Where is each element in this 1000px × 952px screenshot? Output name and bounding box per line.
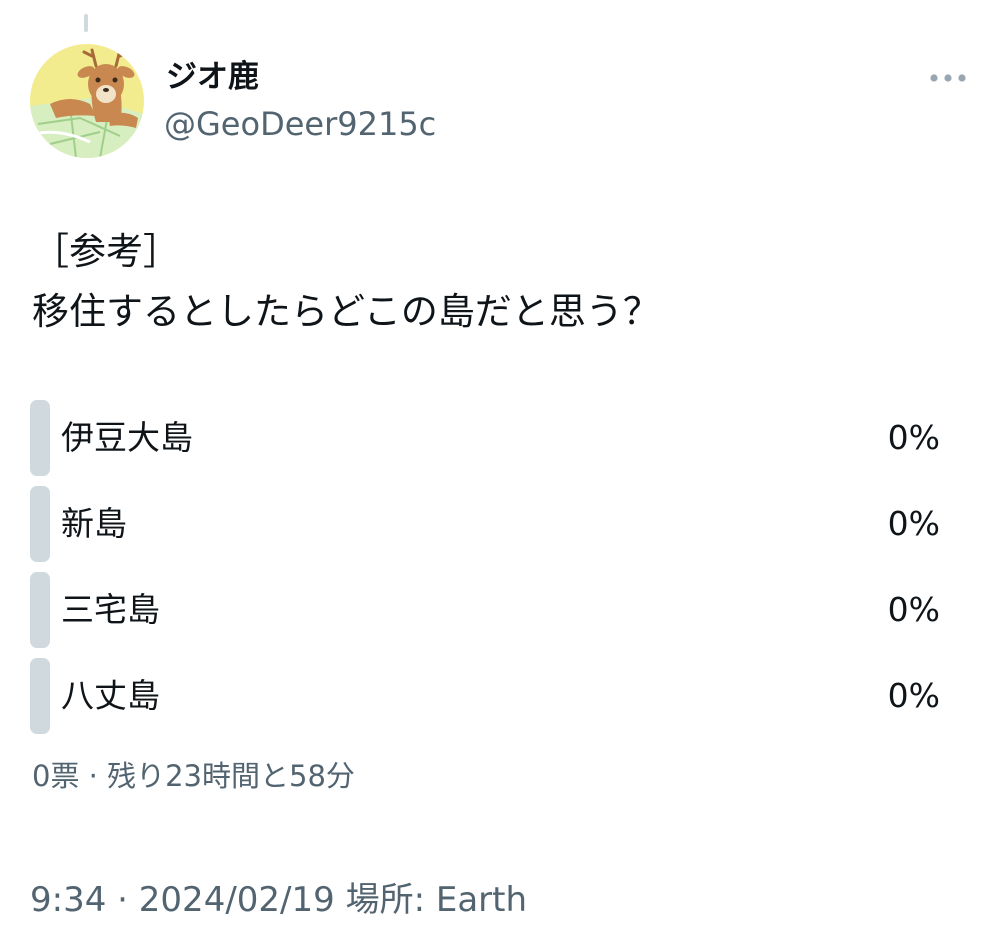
poll-option-label: 三宅島 xyxy=(61,590,160,629)
poll-option-percent: 0% xyxy=(887,590,940,629)
author-handle[interactable]: @GeoDeer9215c xyxy=(164,104,436,144)
more-options-button[interactable] xyxy=(924,60,972,96)
poll-result-bar xyxy=(30,572,50,648)
author-avatar[interactable] xyxy=(30,44,144,158)
more-horizontal-icon xyxy=(930,74,966,82)
poll-option-percent: 0% xyxy=(887,504,940,543)
poll-result-bar xyxy=(30,486,50,562)
poll-option-niijima[interactable]: 新島 0% xyxy=(30,486,940,562)
tweet-location: 場所: Earth xyxy=(345,880,528,920)
poll-option-label: 八丈島 xyxy=(61,676,160,715)
tweet-timestamp-line: 9:34 · 2024/02/19 場所: Earth xyxy=(30,878,527,922)
poll-option-miyakejima[interactable]: 三宅島 0% xyxy=(30,572,940,648)
deer-avatar-icon xyxy=(30,44,144,158)
tweet-date[interactable]: 2024/02/19 xyxy=(139,880,335,920)
tweet-text-line: 移住するとしたらどこの島だと思う？ xyxy=(32,290,660,333)
tweet-text-line: ［参考］ xyxy=(32,230,180,273)
poll-option-hachijojima[interactable]: 八丈島 0% xyxy=(30,658,940,734)
thread-connector-line xyxy=(84,14,88,32)
poll-option-label: 伊豆大島 xyxy=(61,418,193,457)
poll-result-bar xyxy=(30,400,50,476)
poll: 伊豆大島 0% 新島 0% 三宅島 0% 八丈島 0% xyxy=(30,400,940,744)
timestamp-separator: · xyxy=(106,880,139,920)
poll-result-bar xyxy=(30,658,50,734)
author-display-name[interactable]: ジオ鹿 xyxy=(166,58,259,96)
tweet-time[interactable]: 9:34 xyxy=(30,880,106,920)
poll-option-percent: 0% xyxy=(887,418,940,457)
poll-option-percent: 0% xyxy=(887,676,940,715)
tweet-text: ［参考］ 移住するとしたらどこの島だと思う？ xyxy=(32,222,962,342)
poll-option-label: 新島 xyxy=(61,504,127,543)
poll-meta: 0票 · 残り23時間と58分 xyxy=(32,759,355,793)
poll-option-izu-oshima[interactable]: 伊豆大島 0% xyxy=(30,400,940,476)
